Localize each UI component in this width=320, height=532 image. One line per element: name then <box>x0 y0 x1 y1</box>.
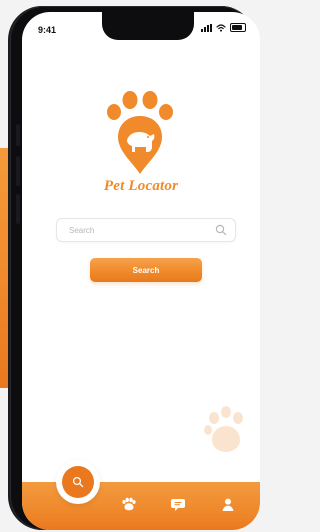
search-icon <box>72 476 84 488</box>
brand-name: Pet Locator <box>103 178 179 194</box>
search-icon[interactable] <box>215 224 227 236</box>
app-screen: 9:41 Pet Locator Search Search <box>22 12 260 530</box>
status-time: 9:41 <box>38 25 57 35</box>
wifi-icon <box>216 23 226 32</box>
bottom-nav <box>22 460 260 530</box>
bottom-nav-search-fab[interactable] <box>62 466 94 498</box>
user-icon[interactable] <box>220 496 236 512</box>
paw-watermark-icon <box>204 406 243 452</box>
phone-notch <box>102 12 194 40</box>
phone-side-button <box>16 124 20 146</box>
search-box <box>56 218 236 242</box>
phone-side-button <box>16 194 20 224</box>
chat-icon[interactable] <box>170 496 186 512</box>
search-button[interactable]: Search <box>90 258 202 282</box>
status-icons <box>201 23 246 32</box>
pet-locator-logo <box>107 91 173 174</box>
signal-icon <box>201 23 212 32</box>
search-input[interactable] <box>67 224 221 236</box>
paw-icon[interactable] <box>120 496 136 512</box>
status-bar: 9:41 <box>22 12 260 40</box>
phone-frame: 9:41 Pet Locator Search Search <box>10 6 260 530</box>
battery-icon <box>230 23 246 32</box>
bottom-nav-search-button[interactable] <box>56 460 100 504</box>
phone-side-button <box>16 156 20 186</box>
